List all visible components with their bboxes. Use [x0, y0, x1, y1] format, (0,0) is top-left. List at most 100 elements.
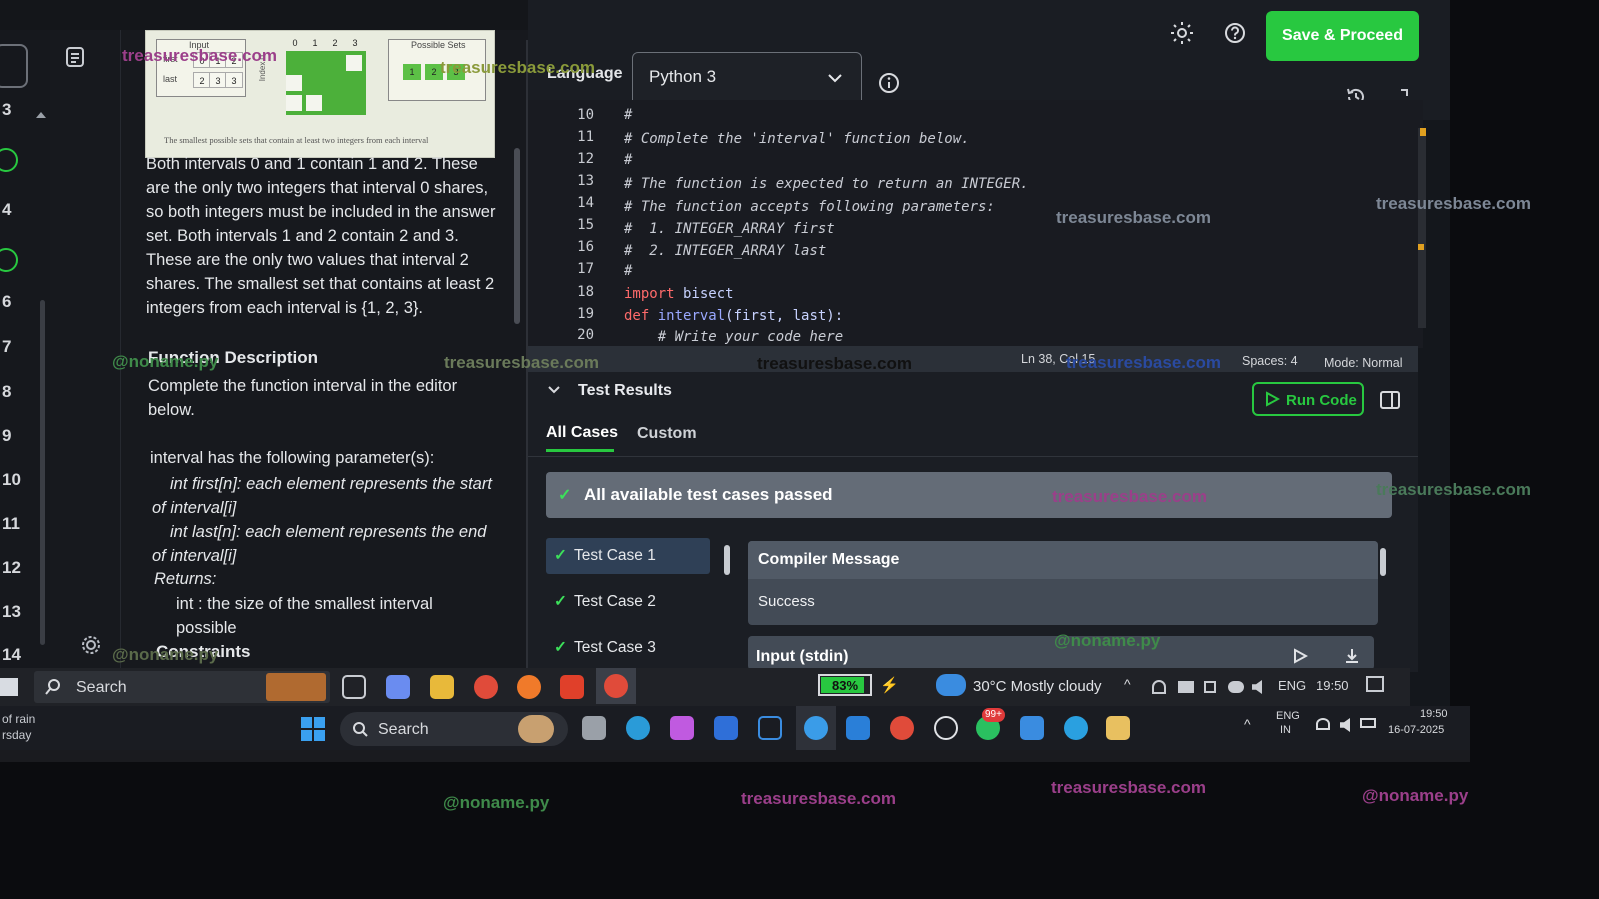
task-view-icon[interactable]: [342, 675, 366, 699]
diagram-grid-header: 1: [312, 38, 318, 48]
vscode-icon[interactable]: [846, 716, 870, 740]
rail-question-12[interactable]: 12: [2, 558, 32, 578]
rail-question-14[interactable]: 14: [2, 645, 32, 665]
problem-scrollbar[interactable]: [514, 148, 520, 324]
code-line: # The function accepts following paramet…: [624, 199, 995, 215]
code-line: # Complete the 'interval' function below…: [624, 131, 970, 147]
monitor-screen: 3 4 6 7 8 9 10 11 12 13 14 Input first l…: [0, 0, 1450, 745]
rail-question-13[interactable]: 13: [2, 602, 32, 622]
remote-language[interactable]: ENG: [1278, 678, 1306, 693]
system-tray-icons[interactable]: [1152, 678, 1262, 696]
chevron-up-icon[interactable]: ^: [1244, 716, 1251, 732]
rail-question-3[interactable]: 3: [2, 100, 32, 120]
rail-list-icon[interactable]: [0, 44, 28, 88]
chevron-up-icon[interactable]: ^: [1124, 676, 1131, 692]
notifications-icon[interactable]: [1366, 676, 1384, 692]
test-case-2[interactable]: ✓ Test Case 2: [546, 584, 710, 620]
diagram-caption: The smallest possible sets that contain …: [164, 135, 429, 145]
local-search-box[interactable]: Search: [340, 712, 568, 746]
code-keyword: def: [624, 308, 650, 324]
active-app-highlight[interactable]: [796, 706, 836, 750]
task-view-icon[interactable]: [582, 716, 606, 740]
test-case-3[interactable]: ✓ Test Case 3: [546, 630, 710, 666]
code-line: # 2. INTEGER_ARRAY last: [624, 243, 827, 259]
document-icon[interactable]: [64, 46, 86, 68]
line-number: 16: [577, 239, 594, 255]
telegram-icon[interactable]: [1064, 716, 1088, 740]
brave-icon[interactable]: [560, 675, 584, 699]
info-icon[interactable]: [878, 72, 900, 94]
settings-gear-icon[interactable]: [80, 634, 102, 656]
watermark: @noname.py: [1054, 631, 1161, 650]
wifi-icon[interactable]: [1316, 718, 1330, 730]
rail-question-9[interactable]: 9: [2, 426, 32, 446]
chrome-icon[interactable]: [890, 716, 914, 740]
stdin-heading: Input (stdin): [756, 648, 849, 665]
rail-question-8[interactable]: 8: [2, 382, 32, 402]
remote-desktop-icon: [804, 716, 828, 740]
save-proceed-button[interactable]: Save & Proceed: [1266, 11, 1419, 61]
remote-search-box[interactable]: Search: [34, 671, 330, 703]
check-icon: ✓: [558, 487, 572, 504]
local-weather-line1[interactable]: of rain: [2, 712, 35, 726]
theme-sun-icon[interactable]: [1170, 21, 1194, 45]
local-clock[interactable]: 19:50: [1420, 708, 1448, 720]
speaker-icon[interactable]: [1340, 718, 1350, 732]
help-icon[interactable]: [1223, 21, 1247, 45]
code-line: # Write your code here: [624, 329, 844, 345]
chevron-down-icon[interactable]: [547, 384, 561, 396]
rail-question-11[interactable]: 11: [2, 514, 32, 534]
search-avatar-image: [518, 715, 554, 743]
rail-question-4[interactable]: 4: [2, 200, 32, 220]
tab-all-cases[interactable]: All Cases: [546, 424, 618, 442]
local-language[interactable]: ENG: [1276, 710, 1300, 722]
battery-icon[interactable]: [1360, 718, 1376, 728]
rail-question-7[interactable]: 7: [2, 337, 32, 357]
local-region[interactable]: IN: [1280, 724, 1291, 736]
split-panel-icon[interactable]: [1380, 391, 1400, 409]
editor-scrollbar[interactable]: [1418, 128, 1426, 328]
code-line: # 1. INTEGER_ARRAY first: [624, 221, 835, 237]
rail-scrollbar[interactable]: [40, 300, 45, 645]
snipping-tool-icon[interactable]: [758, 716, 782, 740]
file-explorer-icon[interactable]: [430, 675, 454, 699]
code-line: #: [624, 107, 633, 123]
firefox-icon[interactable]: [517, 675, 541, 699]
windows-logo-icon[interactable]: [0, 678, 18, 696]
download-icon[interactable]: [1344, 648, 1360, 664]
language-select[interactable]: Python 3: [632, 52, 862, 106]
diagram-empty-cell: [286, 95, 302, 111]
rail-question-10[interactable]: 10: [2, 470, 32, 490]
windows-start-icon[interactable]: [300, 716, 326, 742]
watermark: treasuresbase.com: [122, 46, 277, 65]
test-case-label: Test Case 2: [574, 593, 656, 610]
weather-cloud-icon: [936, 674, 966, 696]
active-app-highlight[interactable]: [596, 668, 636, 704]
copilot-icon[interactable]: [386, 675, 410, 699]
test-case-1[interactable]: ✓ Test Case 1: [546, 538, 710, 574]
line-number: 11: [577, 129, 594, 145]
indent-spaces[interactable]: Spaces: 4: [1242, 354, 1298, 368]
local-date[interactable]: 16-07-2025: [1388, 724, 1444, 736]
output-scrollbar[interactable]: [1380, 548, 1386, 576]
edge-icon[interactable]: [626, 716, 650, 740]
local-weather-line2[interactable]: rsday: [2, 728, 31, 742]
rail-question-6[interactable]: 6: [2, 292, 32, 312]
remote-clock[interactable]: 19:50: [1316, 678, 1349, 693]
remote-weather[interactable]: 30°C Mostly cloudy: [973, 678, 1102, 695]
editor-mode[interactable]: Mode: Normal: [1324, 356, 1403, 370]
notepad-icon[interactable]: [1106, 716, 1130, 740]
rail-scroll-up-icon[interactable]: [36, 112, 46, 118]
run-code-button[interactable]: Run Code: [1252, 382, 1364, 416]
play-icon[interactable]: [1292, 648, 1308, 664]
diagram-last-label: last: [163, 74, 178, 84]
tabs-divider: [528, 456, 1418, 457]
chatgpt-icon[interactable]: [934, 716, 958, 740]
chrome-icon[interactable]: [474, 675, 498, 699]
cases-scrollbar[interactable]: [724, 545, 730, 575]
calculator-icon[interactable]: [1020, 716, 1044, 740]
copilot-icon[interactable]: [670, 716, 694, 740]
all-passed-banner: ✓ All available test cases passed: [546, 472, 1392, 518]
tab-custom[interactable]: Custom: [637, 425, 697, 443]
app-icon[interactable]: [714, 716, 738, 740]
